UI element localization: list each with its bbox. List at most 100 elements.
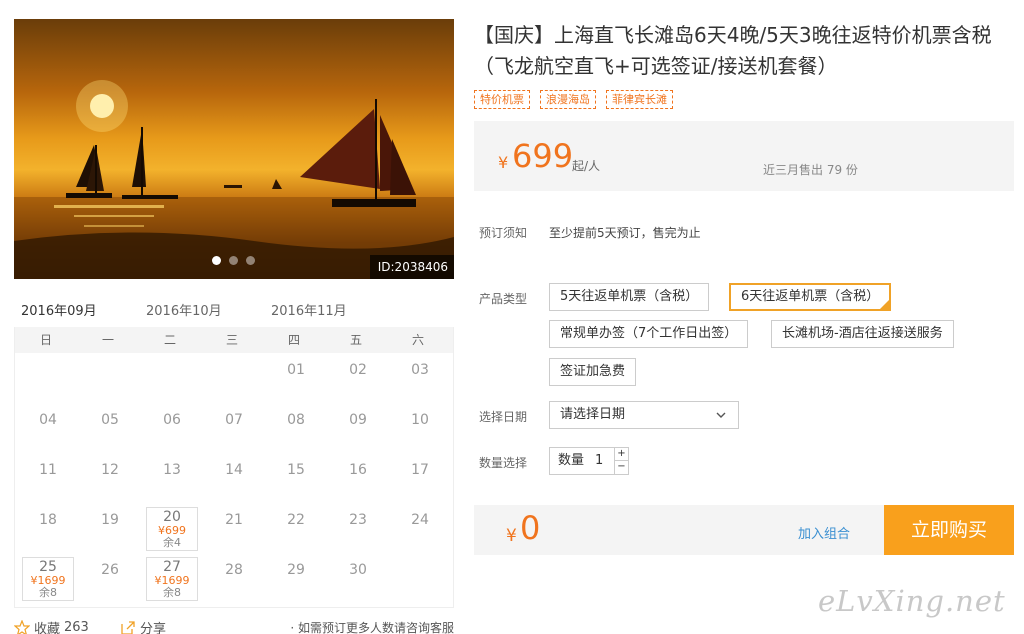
- price-box: ¥ 699 起/人 近三月售出 79 份: [474, 121, 1014, 191]
- product-tags: 特价机票 浪漫海岛 菲律宾长滩: [474, 90, 673, 109]
- product-photo[interactable]: ID:2038406: [14, 19, 454, 279]
- favorite-action[interactable]: 收藏 263: [14, 618, 89, 634]
- favorite-count: 263: [64, 620, 89, 634]
- calendar-empty-cell: [141, 353, 203, 403]
- price-value: 699: [512, 137, 574, 175]
- weekday-header: 日 一 二 三 四 五 六: [15, 327, 453, 353]
- share-label: 分享: [140, 622, 167, 634]
- tab-month-oct[interactable]: 2016年10月: [139, 294, 229, 327]
- day-number: 19: [101, 512, 119, 528]
- tag-badge[interactable]: 特价机票: [474, 90, 530, 109]
- day-number: 08: [287, 412, 305, 428]
- day-number: 21: [225, 512, 243, 528]
- calendar-grid: 01 02 03 04 05 06 07 08 09 10 11 12 13 14 15 16 17 18 19 20…: [15, 353, 453, 603]
- day-number: 16: [349, 462, 367, 478]
- day-number: 26: [101, 562, 119, 578]
- weekday-label: 五: [349, 333, 362, 347]
- type-option-transfer[interactable]: 长滩机场-酒店往返接送服务: [771, 320, 954, 348]
- day-number: 14: [225, 462, 243, 478]
- type-option-5day[interactable]: 5天往返单机票（含税）: [549, 283, 710, 311]
- notice-label: 预订须知: [479, 226, 528, 240]
- calendar-day[interactable]: 20 ¥699 余4: [146, 507, 198, 551]
- calendar-day: 28: [203, 553, 265, 603]
- day-number: 09: [349, 412, 367, 428]
- share-action[interactable]: 分享: [120, 618, 166, 634]
- day-number: 02: [349, 362, 367, 378]
- tab-month-sep[interactable]: 2016年09月: [14, 294, 104, 330]
- calendar-day: 16: [327, 453, 389, 503]
- calendar-day: 21: [203, 503, 265, 553]
- day-number: 27: [163, 559, 181, 575]
- type-option-visa[interactable]: 常规单办签（7个工作日出签）: [549, 320, 749, 348]
- day-number: 17: [411, 462, 429, 478]
- sunset-sailboats-image: [14, 80, 454, 279]
- calendar-day: 23: [327, 503, 389, 553]
- star-icon: [14, 619, 30, 634]
- type-option-visa-express[interactable]: 签证加急费: [549, 358, 637, 386]
- tab-month-nov[interactable]: 2016年11月: [264, 294, 354, 327]
- carousel-dot[interactable]: [229, 256, 238, 265]
- weekday-label: 四: [287, 333, 300, 347]
- weekday-label: 三: [225, 333, 238, 347]
- total-price: 0: [520, 509, 541, 547]
- calendar-empty-cell: [79, 353, 141, 403]
- calendar-day: 26: [79, 553, 141, 603]
- notice-text: 至少提前5天预订，售完为止: [549, 226, 701, 240]
- calendar-day: 18: [17, 503, 79, 553]
- day-number: 04: [39, 412, 57, 428]
- quantity-plus-button[interactable]: +: [614, 448, 628, 461]
- price-currency: ¥: [498, 153, 509, 172]
- weekday-label: 六: [411, 333, 424, 347]
- tag-badge[interactable]: 浪漫海岛: [540, 90, 596, 109]
- calendar-empty-cell: [17, 353, 79, 403]
- type-option-6day[interactable]: 6天往返单机票（含税）: [729, 283, 892, 311]
- calendar-day: 02: [327, 353, 389, 403]
- photo-id-label: ID:2038406: [369, 255, 454, 279]
- selected-corner-icon: [880, 300, 890, 309]
- date-select[interactable]: 请选择日期: [549, 401, 739, 429]
- favorite-label: 收藏: [34, 622, 61, 634]
- quantity-label: 数量选择: [479, 456, 528, 470]
- weekday-label: 一: [101, 333, 114, 347]
- calendar-day: 24: [389, 503, 451, 553]
- site-watermark: eLvXing.net: [818, 584, 1006, 618]
- day-number: 23: [349, 512, 367, 528]
- buy-now-button[interactable]: 立即购买: [884, 505, 1014, 555]
- day-number: 30: [349, 562, 367, 578]
- calendar-day: 07: [203, 403, 265, 453]
- calendar-day: 17: [389, 453, 451, 503]
- calendar-day: 05: [79, 403, 141, 453]
- day-number: 28: [225, 562, 243, 578]
- carousel-dot[interactable]: [212, 256, 221, 265]
- calendar-day: 04: [17, 403, 79, 453]
- add-combo-link[interactable]: 加入组合: [798, 523, 850, 542]
- type-option-label: 6天往返单机票（含税）: [741, 289, 880, 304]
- chevron-down-icon: [716, 412, 726, 418]
- day-number: 25: [39, 559, 57, 575]
- calendar-day: 19: [79, 503, 141, 553]
- calendar-day[interactable]: 27 ¥1699 余8: [146, 557, 198, 601]
- weekday-label: 日: [39, 333, 52, 347]
- day-number: 29: [287, 562, 305, 578]
- date-label: 选择日期: [479, 410, 528, 424]
- calendar-empty-cell: [389, 553, 451, 603]
- quantity-inner-label: 数量: [558, 453, 585, 468]
- action-footer: 收藏 263 分享 · 如需预订更多人数请咨询客服: [14, 616, 454, 634]
- share-icon: [121, 620, 135, 634]
- quantity-minus-button[interactable]: −: [614, 461, 628, 474]
- day-number: 07: [225, 412, 243, 428]
- day-number: 15: [287, 462, 305, 478]
- product-title: 【国庆】上海直飞长滩岛6天4晚/5天3晚往返特价机票含税（飞龙航空直飞+可选签证…: [474, 23, 992, 78]
- quantity-stepper: 数量 1 + −: [549, 447, 629, 475]
- carousel-dot[interactable]: [246, 256, 255, 265]
- calendar-day: 15: [265, 453, 327, 503]
- day-remaining: 余8: [163, 586, 181, 599]
- calendar-day[interactable]: 25 ¥1699 余8: [22, 557, 74, 601]
- calendar-day: 13: [141, 453, 203, 503]
- day-number: 20: [163, 509, 181, 525]
- day-number: 03: [411, 362, 429, 378]
- date-calendar: 日 一 二 三 四 五 六 01 02 03 04 05 06 07 08 09 10 11 12 13…: [14, 327, 454, 608]
- tag-badge[interactable]: 菲律宾长滩: [606, 90, 673, 109]
- quantity-value[interactable]: 1: [595, 448, 603, 474]
- calendar-day: 06: [141, 403, 203, 453]
